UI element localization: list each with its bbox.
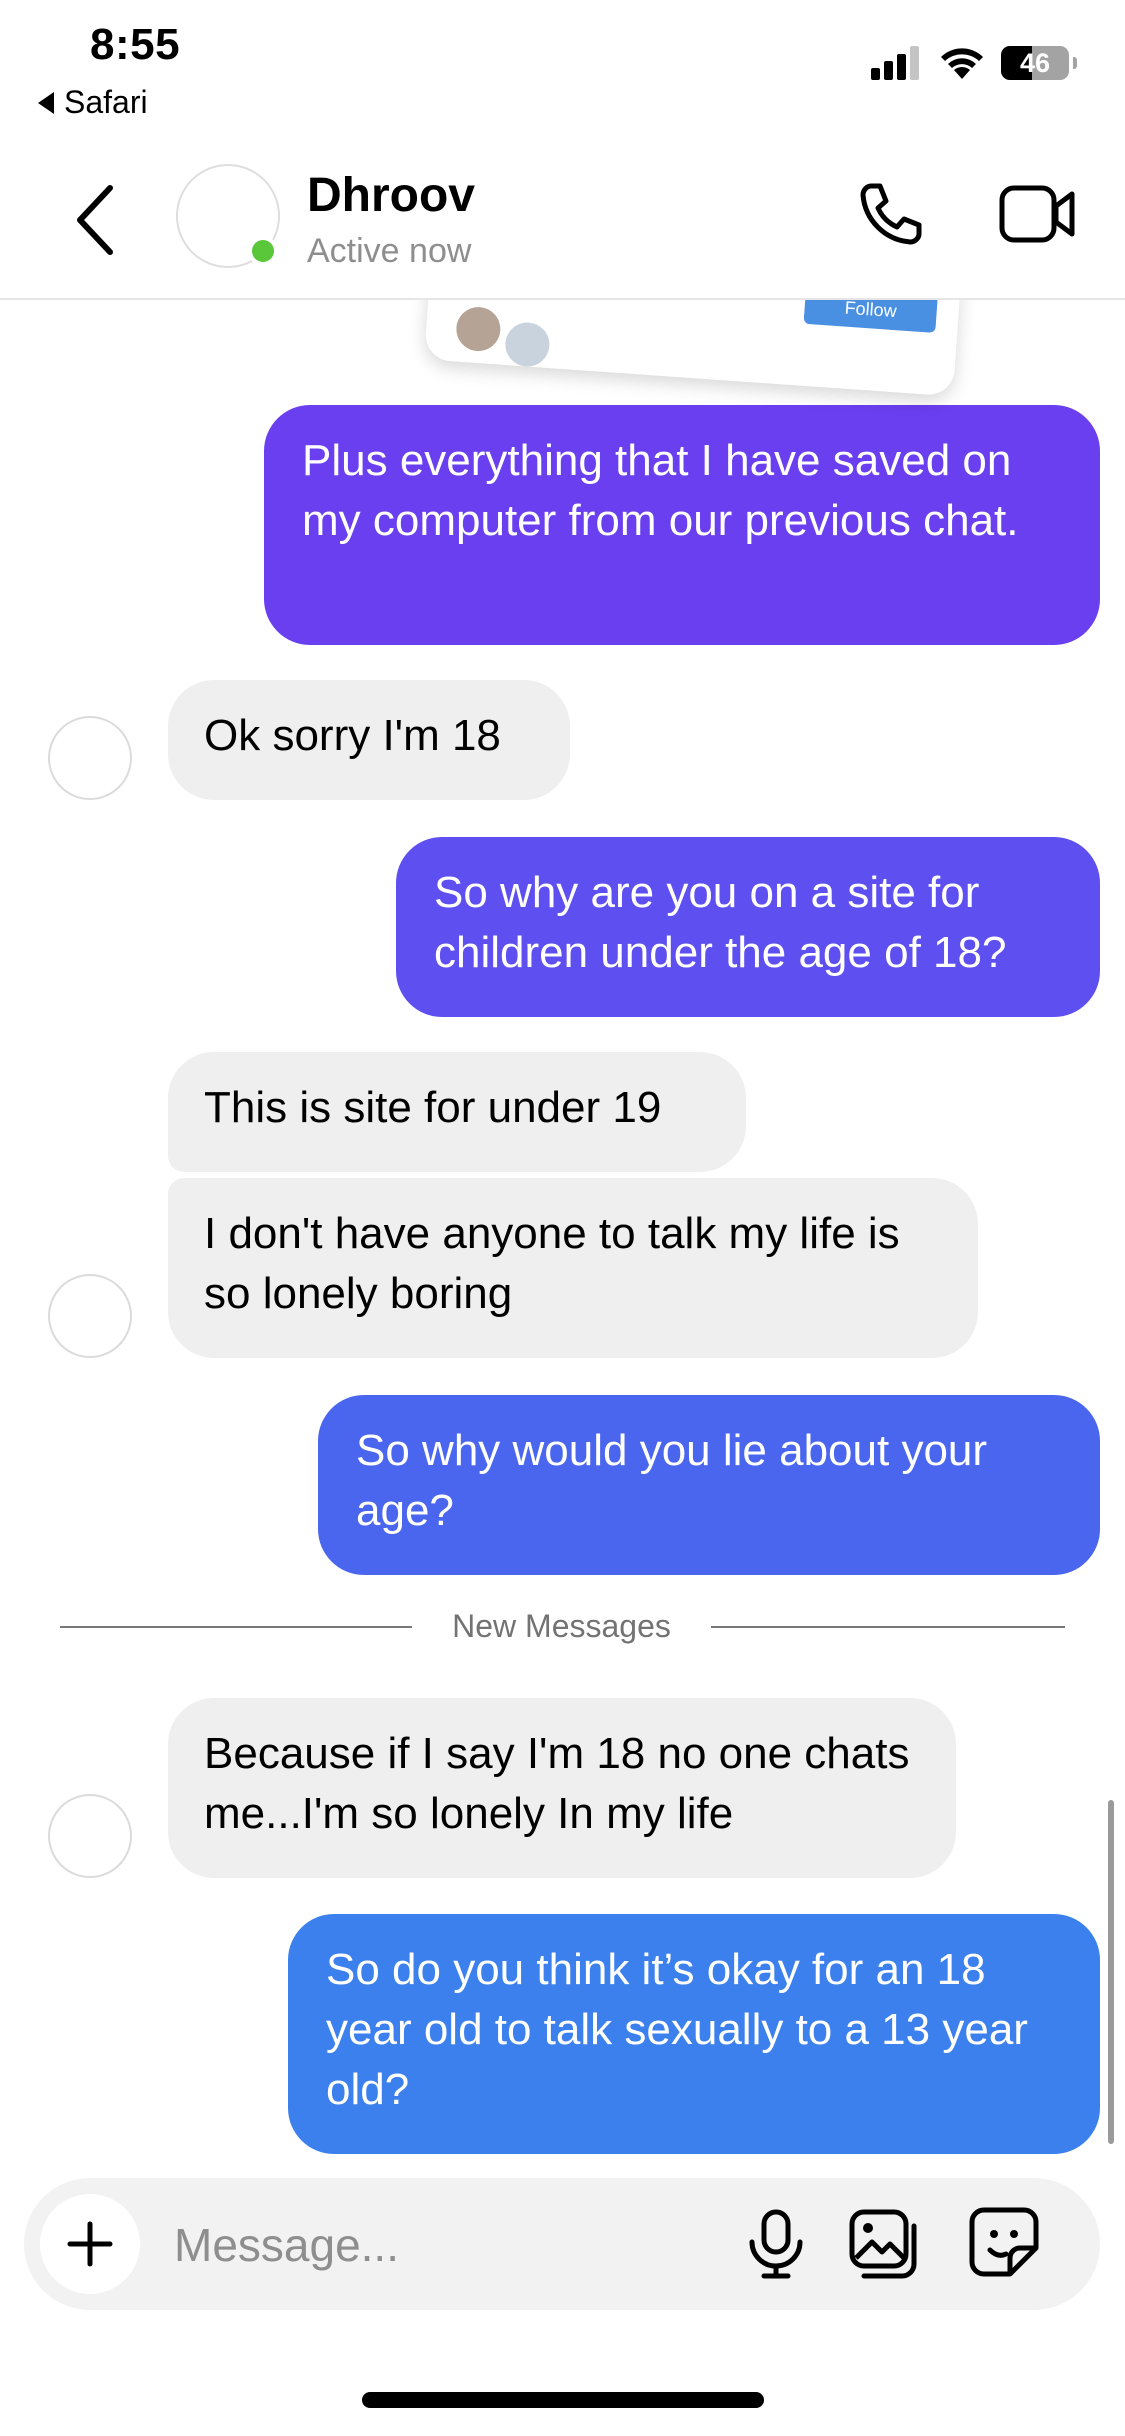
new-messages-label: New Messages	[452, 1608, 671, 1644]
status-time: 8:55	[90, 20, 181, 69]
sender-avatar[interactable]	[48, 1794, 132, 1878]
battery-indicator: 46	[1001, 46, 1069, 80]
status-icons: 46	[871, 46, 1077, 80]
wifi-icon	[941, 48, 983, 79]
sender-avatar[interactable]	[48, 716, 132, 800]
chat-header: Dhroov Active now	[0, 150, 1125, 300]
battery-percent: 46	[1019, 47, 1051, 78]
message-text: Plus everything that I have saved on my …	[302, 436, 1019, 545]
gallery-icon[interactable]	[848, 2208, 920, 2280]
message-text: I don't have anyone to talk my life is s…	[204, 1209, 900, 1318]
back-triangle-icon	[38, 91, 54, 114]
chevron-left-icon[interactable]	[70, 180, 122, 260]
message-text: Ok sorry I'm 18	[204, 711, 501, 760]
sticker-icon[interactable]	[968, 2206, 1040, 2278]
home-indicator[interactable]	[362, 2392, 764, 2408]
message-text: So why are you on a site for children un…	[434, 868, 1007, 977]
divider-line	[711, 1626, 1065, 1628]
sent-message[interactable]: So why would you lie about your age?	[318, 1395, 1100, 1575]
message-text: This is site for under 19	[204, 1083, 662, 1132]
back-to-safari-link[interactable]: Safari	[38, 84, 148, 121]
online-status-dot	[248, 236, 278, 266]
contact-activity-status: Active now	[307, 232, 472, 270]
received-message[interactable]: This is site for under 19	[168, 1052, 746, 1172]
back-app-label: Safari	[64, 84, 148, 120]
chat-screen: 8:55 Safari 46 Follow Dhroov Active now …	[0, 0, 1125, 2436]
add-attachment-button[interactable]	[40, 2194, 140, 2294]
message-composer	[24, 2178, 1100, 2310]
post-thumbnail	[503, 321, 551, 369]
received-message[interactable]: Ok sorry I'm 18	[168, 680, 570, 800]
scrollbar[interactable]	[1108, 1800, 1114, 2144]
sent-message[interactable]: So why are you on a site for children un…	[396, 837, 1100, 1017]
message-text: Because if I say I'm 18 no one chats me.…	[204, 1729, 910, 1838]
sender-avatar[interactable]	[48, 1274, 132, 1358]
message-text: So why would you lie about your age?	[356, 1426, 988, 1535]
phone-icon[interactable]	[855, 178, 927, 250]
plus-icon	[67, 2221, 113, 2267]
microphone-icon[interactable]	[740, 2208, 812, 2280]
cellular-signal-icon	[871, 46, 919, 80]
video-camera-icon[interactable]	[998, 182, 1078, 246]
post-thumbnail	[454, 305, 502, 353]
received-message[interactable]: I don't have anyone to talk my life is s…	[168, 1178, 978, 1358]
sent-message[interactable]: So do you think it’s okay for an 18 year…	[288, 1914, 1100, 2154]
contact-name[interactable]: Dhroov	[307, 168, 475, 223]
sent-message[interactable]: Plus everything that I have saved on my …	[264, 405, 1100, 645]
battery-cap	[1073, 57, 1077, 69]
message-input[interactable]	[172, 2208, 716, 2282]
message-text: So do you think it’s okay for an 18 year…	[326, 1945, 1028, 2114]
divider-line	[60, 1626, 412, 1628]
received-message[interactable]: Because if I say I'm 18 no one chats me.…	[168, 1698, 956, 1878]
